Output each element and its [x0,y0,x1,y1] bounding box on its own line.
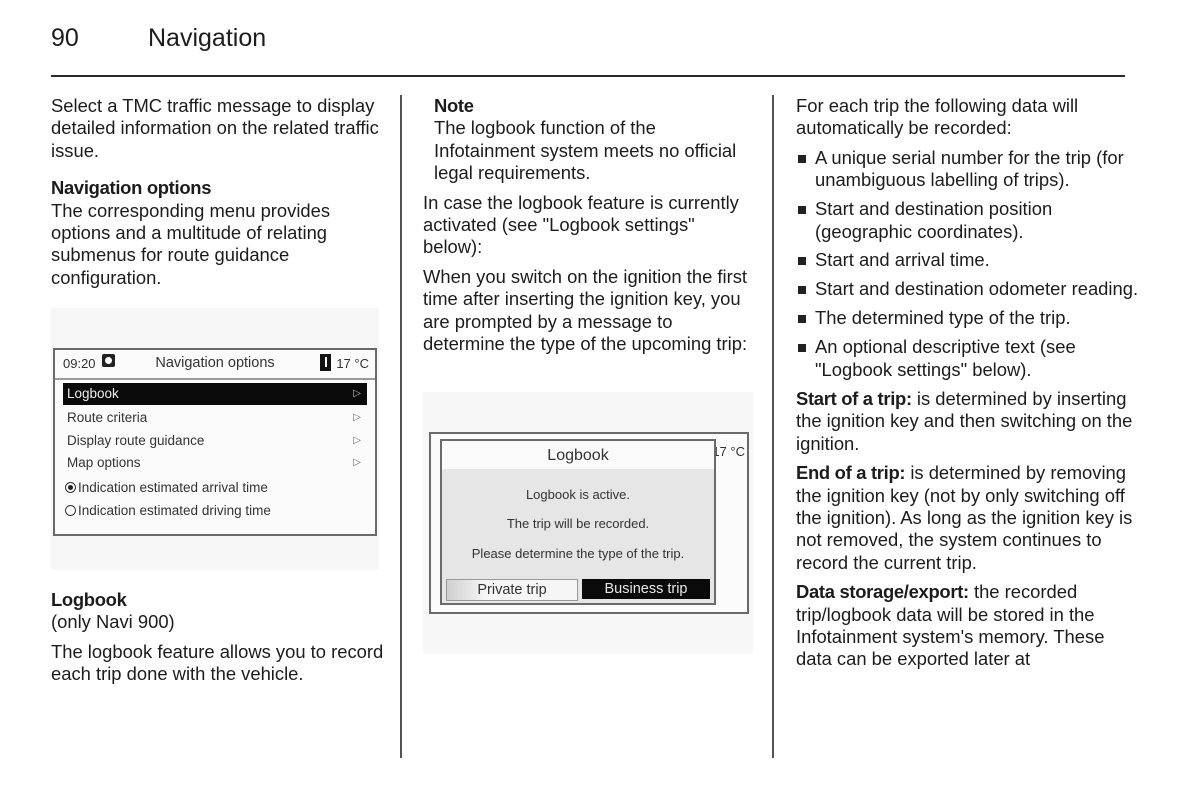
radio-checked-icon [65,482,76,493]
logbook-availability: (only Navi 900) [51,611,175,633]
list-item-text: Start and destination odometer reading. [815,278,1139,300]
navigation-options-paragraph: The corresponding menu provides options … [51,199,331,288]
dialog-line-active: Logbook is active. [525,487,631,502]
chevron-right-icon: ▷ [353,412,361,423]
list-item: The determined type of the trip. [796,307,1141,329]
logbook-prompt-screen: 17 °C Logbook Logbook is active. The tri… [429,432,749,614]
list-item: Start and arrival time. [796,249,1141,271]
thermometer-icon [320,354,331,371]
list-item: An optional descriptive text (see "Logbo… [796,336,1141,381]
column-2: Note The logbook function of the Infotai… [423,95,758,362]
end-of-trip-label: End of a trip: [796,462,906,484]
menu-item-display-route-guidance[interactable]: Display route guidance ▷ [63,430,367,452]
radio-label: Indication estimated arrival time [78,480,268,495]
dialog-line-determine: Please determine the type of the trip. [471,546,685,561]
screen-status-bar: 09:20 Navigation options 17 °C [55,350,375,380]
list-item-text: The determined type of the trip. [815,307,1071,329]
note-text: The logbook function of the Infotainment… [434,117,737,184]
radio-label: Indication estimated driving time [78,503,271,518]
business-trip-button[interactable]: Business trip [582,579,710,599]
chevron-right-icon: ▷ [353,435,361,446]
menu-item-route-criteria[interactable]: Route criteria ▷ [63,407,367,429]
dialog-line-recorded: The trip will be recorded. [506,516,650,531]
menu-item-logbook[interactable]: Logbook ▷ [63,383,367,405]
logbook-heading: Logbook [51,589,127,610]
list-item: Start and destination odometer reading. [796,278,1141,300]
temperature-readout: 17 °C [336,356,369,371]
list-item-text: Start and destination position (geograph… [815,198,1053,242]
start-of-trip-label: Start of a trip: [796,387,912,409]
recorded-data-list: A unique serial number for the trip (for… [796,147,1141,381]
header-rule [51,75,1125,77]
note-heading: Note [434,95,474,116]
square-bullet-icon [798,257,806,266]
navigation-options-heading: Navigation options [51,177,212,199]
square-bullet-icon [798,344,806,353]
recorded-data-intro: For each trip the following data will au… [796,95,1079,139]
list-item-text: An optional descriptive text (see "Logbo… [815,336,1076,380]
square-bullet-icon [798,206,806,215]
note-box: Note The logbook function of the Infotai… [423,95,758,185]
ignition-prompt-paragraph: When you switch on the ignition the firs… [423,265,748,355]
dialog-title: Logbook [442,441,714,469]
square-bullet-icon [798,286,806,295]
logbook-description: The logbook feature allows you to record… [51,640,384,685]
column-divider-1 [400,95,402,758]
list-item: A unique serial number for the trip (for… [796,147,1141,192]
logbook-dialog: Logbook Logbook is active. The trip will… [440,439,716,605]
data-storage-paragraph: Data storage/export: the recorded trip/l… [796,581,1141,671]
list-item-text: Start and arrival time. [815,249,990,271]
menu-item-label: Map options [67,455,141,470]
column-divider-2 [772,95,774,758]
temperature-readout: 17 °C [712,444,745,459]
column-3: For each trip the following data will au… [796,95,1141,678]
start-of-trip-paragraph: Start of a trip: is determined by insert… [796,388,1141,455]
end-of-trip-paragraph: End of a trip: is determined by removing… [796,462,1141,574]
navigation-options-screen: 09:20 Navigation options 17 °C Logbook ▷… [53,348,377,536]
chevron-right-icon: ▷ [353,457,361,468]
menu-item-label: Display route guidance [67,433,205,448]
menu-item-label: Route criteria [67,410,148,425]
page-number: 90 [51,24,79,52]
menu-item-map-options[interactable]: Map options ▷ [63,452,367,474]
section-title: Navigation [148,24,267,52]
chevron-right-icon: ▷ [353,388,361,399]
square-bullet-icon [798,315,806,324]
tmc-intro-paragraph: Select a TMC traffic message to display … [51,95,379,161]
radio-driving-time[interactable]: Indication estimated driving time [63,500,367,522]
radio-unchecked-icon [65,505,76,516]
logbook-activated-paragraph: In case the logbook feature is currently… [423,191,739,258]
private-trip-button[interactable]: Private trip [446,579,578,601]
radio-arrival-time[interactable]: Indication estimated arrival time [63,477,367,499]
list-item: Start and destination position (geograph… [796,198,1141,243]
logbook-prompt-screen-figure: 17 °C Logbook Logbook is active. The tri… [423,392,753,654]
navigation-options-screen-figure: 09:20 Navigation options 17 °C Logbook ▷… [51,308,379,570]
column-1: Select a TMC traffic message to display … [51,95,386,296]
logbook-section: Logbook (only Navi 900) The logbook feat… [51,589,391,693]
data-storage-label: Data storage/export: [796,581,969,603]
square-bullet-icon [798,154,806,163]
menu-item-label: Logbook [67,386,119,401]
list-item-text: A unique serial number for the trip (for… [815,146,1124,191]
